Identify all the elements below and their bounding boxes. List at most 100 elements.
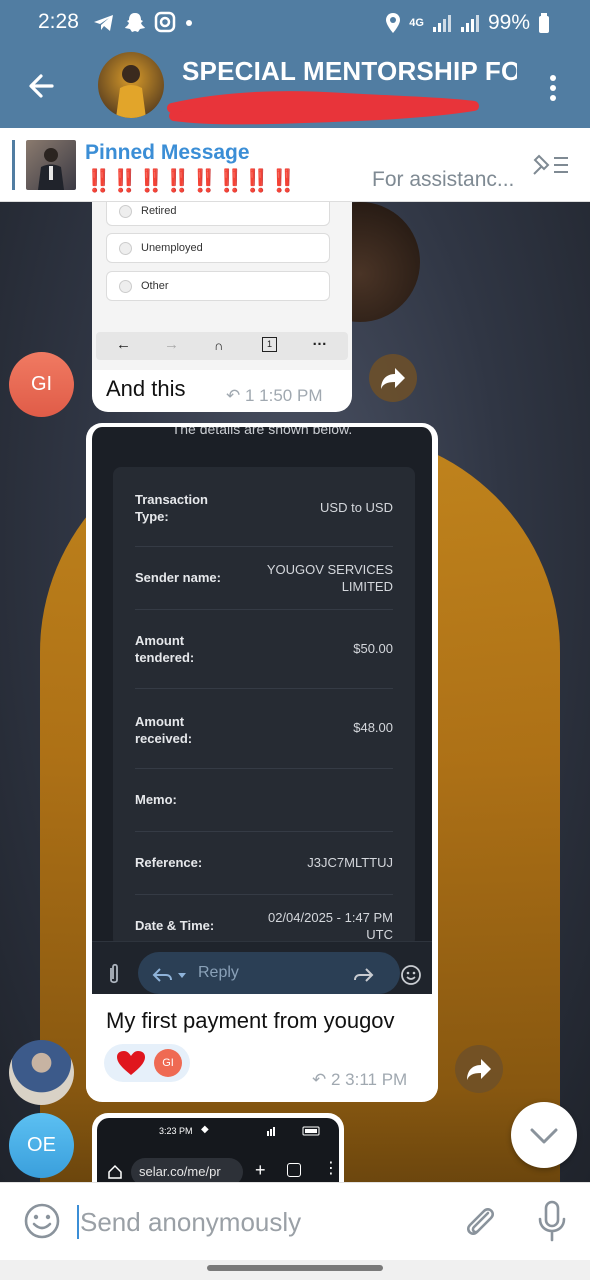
sender-avatar-photo[interactable] — [9, 1040, 74, 1105]
telegram-icon — [94, 15, 113, 31]
receipt-row: Transaction Type: USD to USD — [135, 487, 393, 547]
receipt-row: Amount received: $48.00 — [135, 689, 393, 769]
form-option: Other — [106, 271, 330, 301]
reaction-avatar-gi: GI — [154, 1049, 182, 1077]
forward-icon — [354, 968, 374, 982]
phone-tabs-icon — [287, 1163, 301, 1177]
form-option: Retired — [106, 202, 330, 226]
radio-icon — [119, 280, 132, 293]
receipt-label: Transaction Type: — [135, 492, 208, 524]
message-time: 3:11 PM — [345, 1070, 408, 1089]
emoji-icon[interactable] — [22, 1201, 62, 1241]
form-screenshot[interactable]: Retired Unemployed Other ← → ∩ 1 … — [92, 202, 352, 370]
attach-icon[interactable] — [460, 1201, 500, 1241]
chat-header: SPECIAL MENTORSHIP FO — [0, 46, 590, 128]
chevron-down-icon — [530, 1128, 558, 1144]
message-input[interactable] — [80, 1201, 440, 1243]
form-option-label: Unemployed — [141, 242, 203, 254]
scroll-down-button[interactable] — [511, 1102, 577, 1168]
pinned-message-bar[interactable]: Pinned Message ‼️‼️‼️‼️‼️‼️‼️‼️ For assi… — [0, 128, 590, 202]
status-time: 2:28 — [38, 10, 79, 33]
snapchat-icon — [125, 13, 145, 32]
phone-new-tab-icon: + — [255, 1160, 266, 1180]
reply-arrow-icon: ↶ — [312, 1070, 331, 1089]
heart-reaction-icon — [117, 1051, 145, 1075]
phone-menu-icon: ⋮ — [323, 1160, 339, 1177]
share-button[interactable] — [455, 1045, 503, 1093]
instagram-icon — [154, 11, 176, 33]
receipt-value: $48.00 — [353, 720, 393, 735]
system-nav-area — [0, 1260, 590, 1280]
phone-screenshot[interactable]: 3:23 PM ◆ selar.co/me/pr + ⋮ — [97, 1118, 339, 1182]
receipt-value: 02/04/2025 - 1:47 PM UTC — [267, 910, 393, 942]
share-arrow-icon — [467, 1059, 491, 1080]
reactions[interactable]: GI — [104, 1044, 190, 1082]
microphone-icon[interactable] — [534, 1199, 570, 1243]
reply-arrow-icon: ↶ — [226, 386, 245, 405]
browser-home-icon: ∩ — [214, 338, 224, 353]
avatar-figure-icon — [116, 65, 146, 118]
sender-avatar-gi[interactable]: GI — [9, 352, 74, 417]
receipt-label: Reference: — [135, 855, 203, 870]
group-avatar[interactable] — [98, 52, 164, 118]
receipt-value: $50.00 — [353, 641, 393, 656]
phone-battery-icon — [267, 1126, 320, 1136]
form-option-label: Other — [141, 280, 169, 292]
paperclip-icon — [110, 963, 118, 984]
receipt-heading: The details are shown below. — [171, 423, 353, 437]
emoji-icon — [401, 965, 421, 985]
browser-tabs-icon: 1 — [262, 337, 277, 352]
chat-area[interactable]: Retired Unemployed Other ← → ∩ 1 … And t… — [0, 202, 590, 1182]
radio-icon — [119, 205, 132, 218]
receipt-row: Reference: J3JC7MLTTUJ — [135, 832, 393, 895]
receipt-row: Date & Time: 02/04/2025 - 1:47 PM UTC — [135, 895, 393, 947]
reply-icon — [152, 968, 186, 982]
receipt-row: Amount tendered: $50.00 — [135, 610, 393, 689]
notification-icons — [92, 11, 194, 35]
dot-icon — [186, 20, 192, 26]
message-meta: ↶ 2 3:11 PM — [312, 1070, 407, 1090]
reply-count: 1 — [244, 386, 255, 405]
message-time: 1:50 PM — [259, 386, 323, 405]
pinned-title: Pinned Message — [85, 141, 250, 164]
receipt-label: Amount tendered: — [135, 633, 195, 665]
message-bubble-1[interactable]: Retired Unemployed Other ← → ∩ 1 … And t… — [92, 202, 352, 412]
pinned-marks: ‼️‼️‼️‼️‼️‼️‼️‼️ — [85, 168, 297, 193]
message-input-bar — [0, 1182, 590, 1260]
thumbnail-person-icon — [38, 148, 64, 190]
browser-menu-icon: … — [312, 332, 327, 349]
message-bubble-3[interactable]: 3:23 PM ◆ selar.co/me/pr + ⋮ — [92, 1113, 344, 1182]
home-gesture-bar[interactable] — [207, 1265, 383, 1271]
phone-url: selar.co/me/pr — [139, 1164, 221, 1179]
battery-level: 99% — [487, 11, 530, 34]
message-meta: ↶ 1 1:50 PM — [226, 386, 322, 406]
reply-placeholder: Reply — [198, 964, 239, 981]
share-button[interactable] — [369, 354, 417, 402]
form-option-label: Retired — [141, 205, 177, 217]
system-icons: 4G 99% — [385, 11, 550, 35]
receipt-label: Amount received: — [135, 714, 193, 746]
screenshot-reply-bar: Reply — [92, 941, 432, 997]
receipt-label: Memo: — [135, 792, 177, 807]
chat-title[interactable]: SPECIAL MENTORSHIP FO — [182, 56, 517, 87]
status-bar: 2:28 4G 99% — [0, 0, 590, 46]
pinned-indicator — [12, 140, 15, 190]
battery-icon — [539, 13, 549, 33]
message-caption-2[interactable]: My first payment from yougov GI ↶ 2 3:11… — [86, 994, 438, 1102]
message-text: My first payment from yougov — [106, 1008, 395, 1033]
back-arrow-icon[interactable] — [22, 66, 62, 106]
radio-icon — [119, 242, 132, 255]
phone-url-bar: selar.co/me/pr — [131, 1158, 243, 1182]
pinned-thumbnail — [26, 140, 76, 190]
more-vert-icon[interactable] — [540, 68, 566, 108]
location-icon — [386, 13, 401, 33]
receipt-label: Date & Time: — [135, 918, 215, 933]
pinned-list-icon[interactable] — [530, 150, 572, 180]
input-caret — [77, 1205, 79, 1239]
receipt-row: Memo: — [135, 769, 393, 832]
pinned-preview: For assistanc... — [372, 168, 515, 191]
form-option: Unemployed — [106, 233, 330, 263]
message-text: And this — [106, 376, 186, 401]
sender-avatar-oe[interactable]: OE — [9, 1113, 74, 1178]
receipt-label: Sender name: — [135, 570, 221, 585]
